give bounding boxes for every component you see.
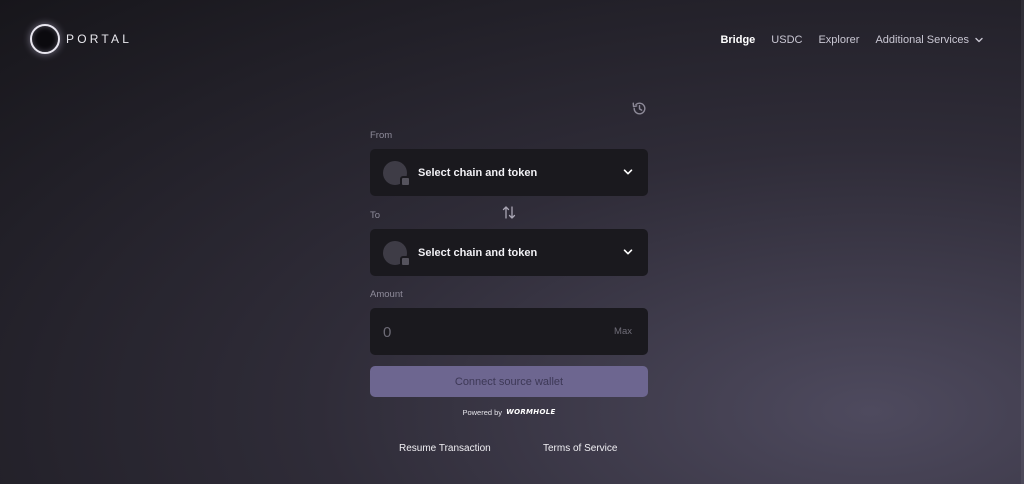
from-label: From <box>370 130 393 141</box>
nav-item-additional-services[interactable]: Additional Services <box>875 34 984 46</box>
chevron-down-icon <box>623 169 633 175</box>
chain-badge-icon <box>400 255 411 267</box>
to-label: To <box>370 210 381 221</box>
connect-source-wallet-button[interactable]: Connect source wallet <box>370 366 648 397</box>
history-icon[interactable] <box>631 100 648 117</box>
chevron-down-icon <box>623 249 633 255</box>
chain-badge-icon <box>400 175 411 187</box>
wormhole-logo[interactable]: WORMHOLE <box>506 408 555 416</box>
resume-transaction-link[interactable]: Resume Transaction <box>399 443 491 454</box>
amount-label: Amount <box>370 289 403 300</box>
nav-item-additional-services-label: Additional Services <box>875 34 969 46</box>
nav-item-bridge[interactable]: Bridge <box>720 34 755 46</box>
main-nav: Bridge USDC Explorer Additional Services <box>720 32 984 48</box>
amount-input[interactable] <box>383 321 583 343</box>
terms-of-service-link[interactable]: Terms of Service <box>543 443 617 454</box>
max-button[interactable]: Max <box>614 326 632 337</box>
token-placeholder-icon <box>383 160 411 187</box>
portal-logo-icon <box>30 24 60 54</box>
portal-logo[interactable]: PORTAL <box>30 24 132 54</box>
from-selector-label: Select chain and token <box>418 166 538 179</box>
token-placeholder-icon <box>383 240 411 267</box>
amount-field: Max <box>370 308 648 355</box>
to-selector-label: Select chain and token <box>418 246 538 259</box>
brand-name: PORTAL <box>66 32 133 46</box>
powered-by: Powered by WORMHOLE <box>370 406 648 418</box>
to-chain-token-selector[interactable]: Select chain and token <box>370 229 648 276</box>
swap-arrows-icon[interactable] <box>502 205 516 220</box>
nav-item-usdc[interactable]: USDC <box>771 34 802 46</box>
from-chain-token-selector[interactable]: Select chain and token <box>370 149 648 196</box>
nav-item-explorer[interactable]: Explorer <box>818 34 859 46</box>
top-bar: PORTAL Bridge USDC Explorer Additional S… <box>0 0 1024 80</box>
powered-by-label: Powered by <box>462 407 503 417</box>
chevron-down-icon <box>975 37 983 43</box>
